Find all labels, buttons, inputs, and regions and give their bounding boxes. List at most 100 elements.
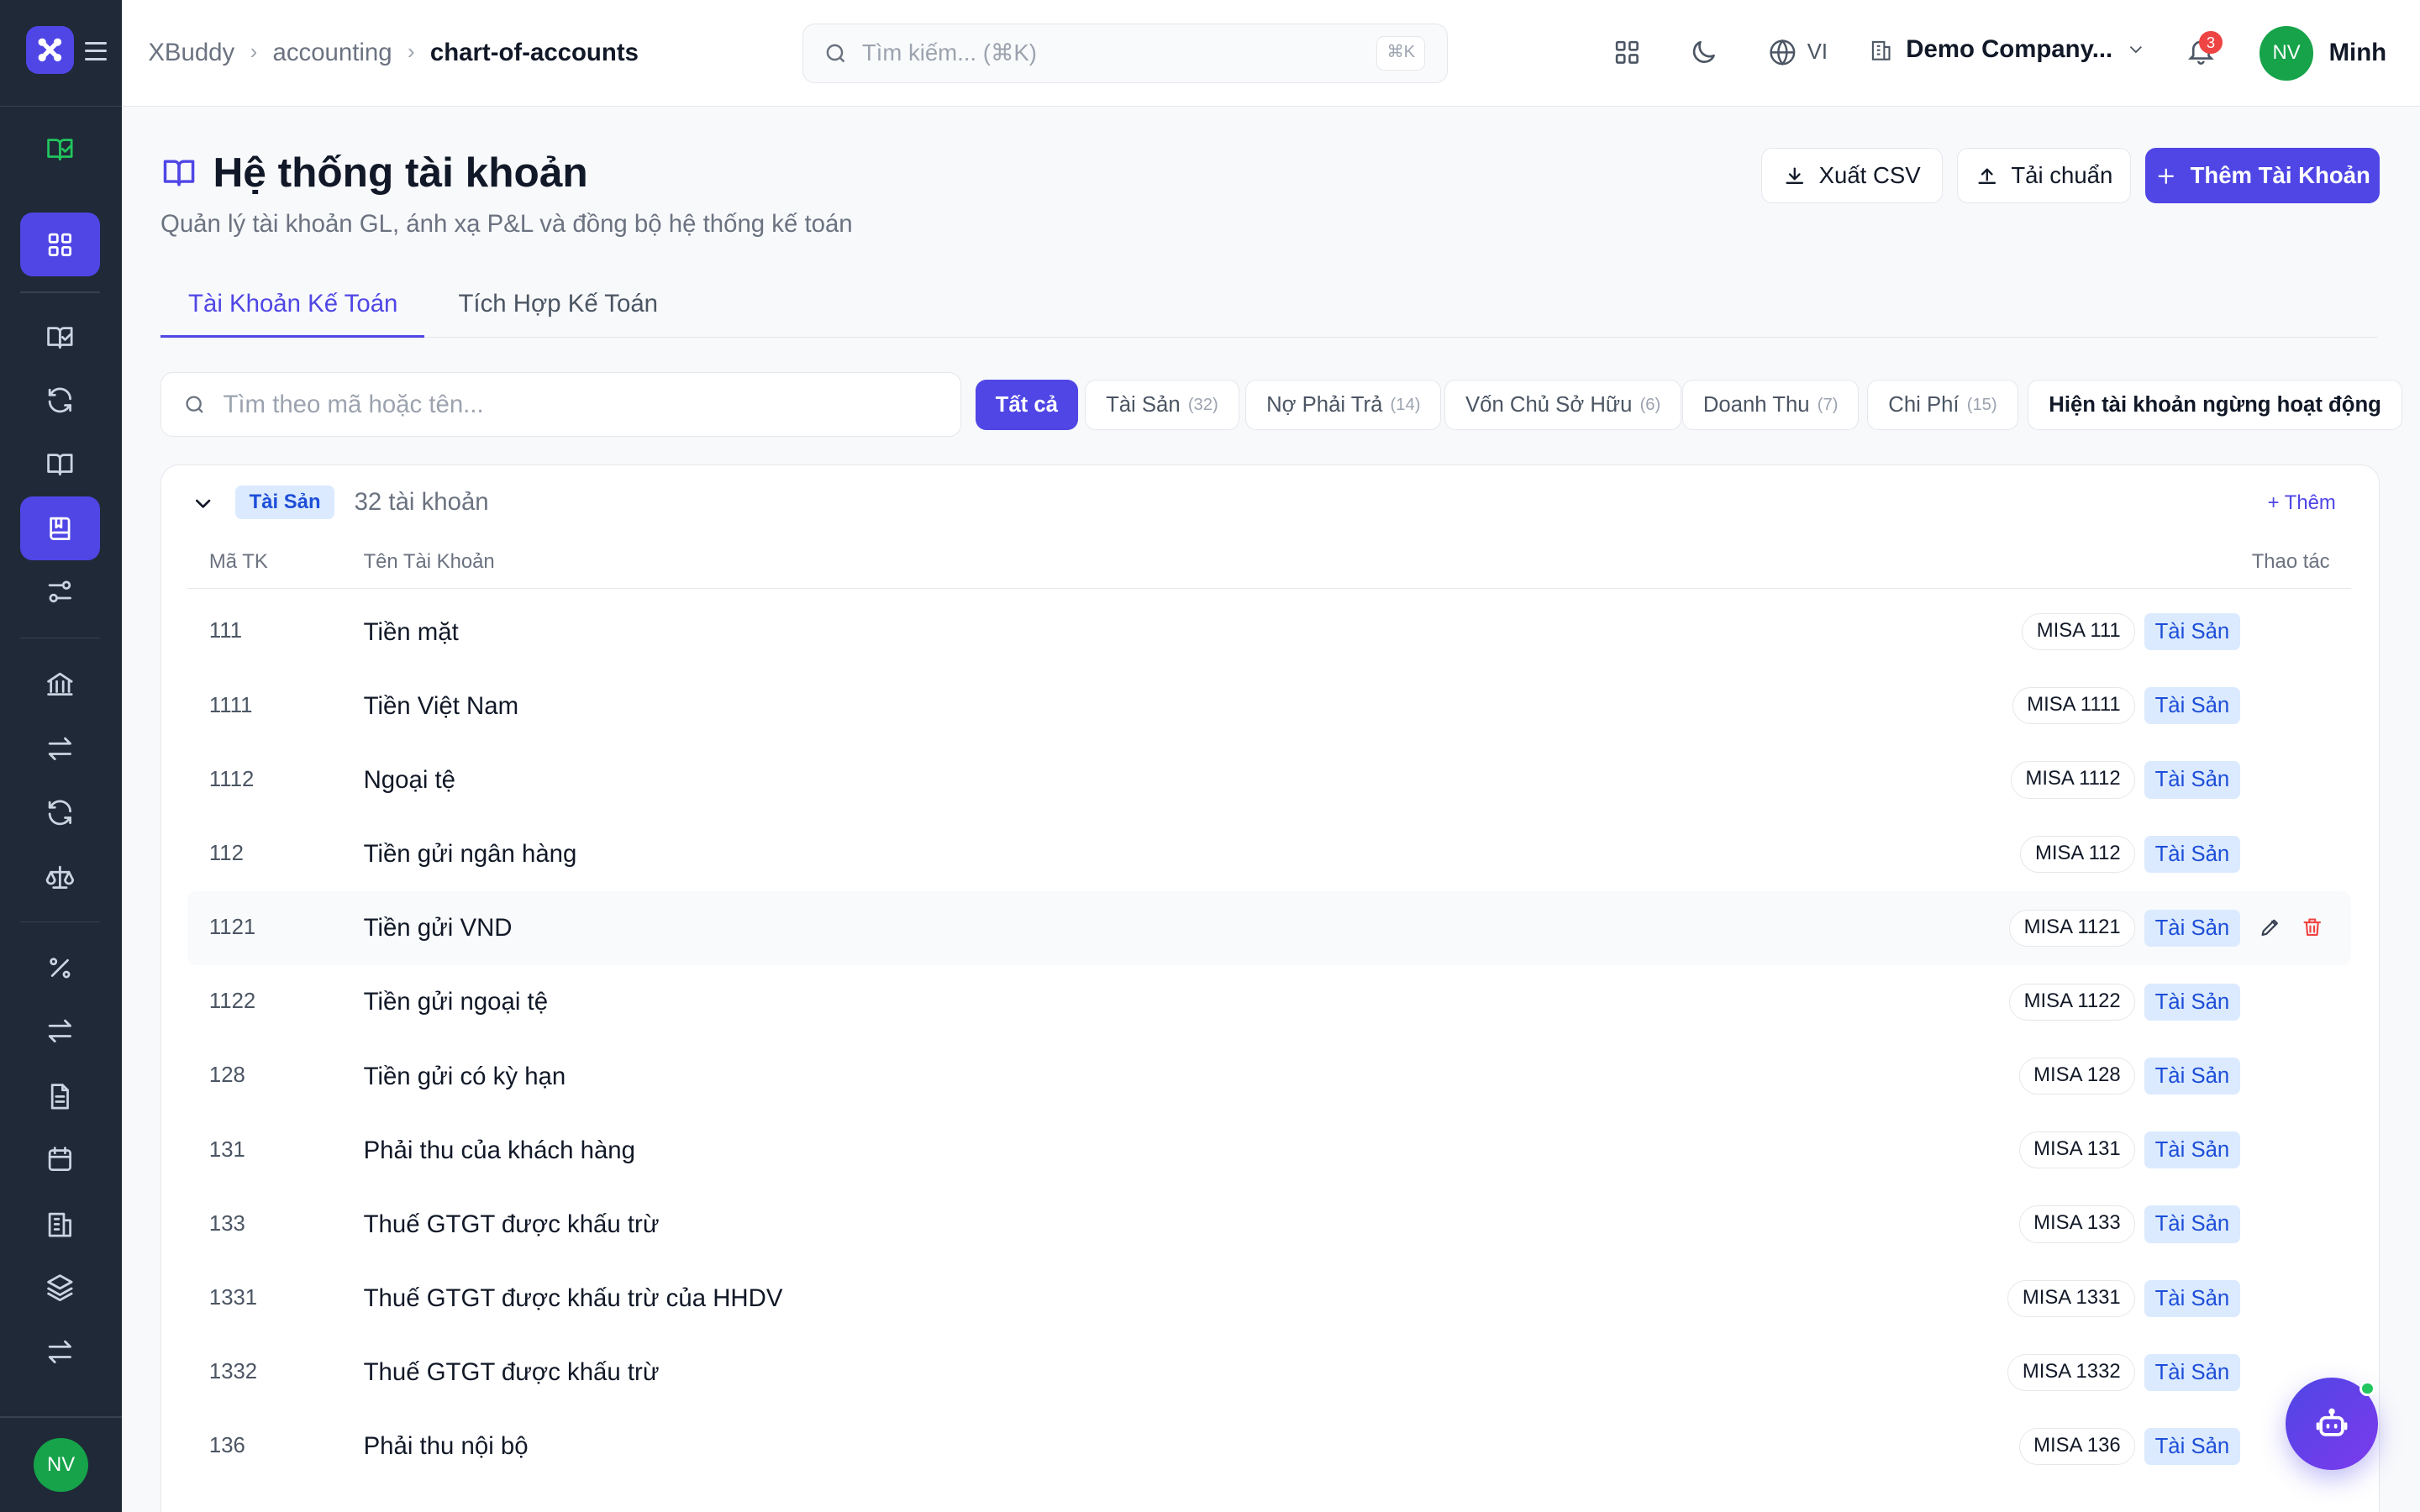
show-inactive-toggle[interactable]: Hiện tài khoản ngừng hoạt động: [2028, 379, 2402, 431]
apps-grid-button[interactable]: [1608, 34, 1645, 71]
breadcrumb-item[interactable]: XBuddy: [148, 39, 234, 67]
app-logo-icon[interactable]: [26, 26, 75, 75]
filter-chip-count: (7): [1817, 395, 1839, 414]
account-code: 131: [208, 1137, 245, 1162]
table-row[interactable]: 1111 Tiền Việt Nam MISA 1111 Tài Sản: [187, 669, 2351, 743]
scale-icon: [45, 865, 75, 889]
dashboard-icon: [49, 233, 72, 256]
group-header[interactable]: Tài Sản 32 tài khoản + Thêm: [161, 465, 2379, 543]
sidebar-item-overview[interactable]: [20, 118, 101, 181]
upload-standard-button[interactable]: Tải chuẩn: [1956, 148, 2132, 204]
sidebar-item-layers[interactable]: [20, 1256, 101, 1319]
account-code: 1112: [208, 767, 255, 791]
global-search-input[interactable]: Tìm kiếm... (⌘K) ⌘K: [802, 23, 1448, 84]
trash-icon[interactable]: [2301, 916, 2324, 939]
plus-icon: [2158, 168, 2175, 184]
sidebar-item-calendar[interactable]: [20, 1128, 101, 1191]
add-account-button[interactable]: Thêm Tài Khoản: [2145, 148, 2381, 204]
table-row[interactable]: 1112 Ngoại tệ MISA 1112 Tài Sản: [187, 743, 2351, 816]
misa-mapping-badge: MISA 112: [2020, 835, 2136, 873]
sidebar-divider: [0, 1416, 123, 1418]
filter-chip-revenue[interactable]: Doanh Thu (7): [1681, 379, 1860, 431]
sidebar-item-company[interactable]: [20, 1193, 101, 1256]
tab-accounts[interactable]: Tài Khoản Kế Toán: [188, 290, 397, 318]
book-check-icon: [47, 327, 73, 349]
sidebar-divider: [19, 921, 101, 923]
tab-integrations[interactable]: Tích Hợp Kế Toán: [458, 290, 658, 318]
sidebar-item-exchange[interactable]: [20, 1000, 101, 1063]
sidebar-item-transfers[interactable]: [20, 717, 101, 780]
account-type-badge: Tài Sản: [2144, 1279, 2241, 1317]
misa-mapping-badge: MISA 1111: [2012, 687, 2136, 725]
user-name: Minh: [2328, 39, 2387, 67]
chevron-down-icon[interactable]: [191, 491, 215, 516]
sidebar-item-sync[interactable]: [20, 780, 101, 843]
account-type-badge: Tài Sản: [2144, 687, 2241, 725]
sidebar-item-balance[interactable]: [20, 846, 101, 909]
refresh-icon: [49, 387, 72, 413]
chevron-down-icon: [2129, 46, 2142, 54]
filter-chip-count: (14): [1390, 395, 1421, 414]
sidebar-item-settings[interactable]: [20, 560, 101, 623]
sidebar-item-transfers-2[interactable]: [20, 1320, 101, 1383]
calendar-icon: [49, 1147, 72, 1171]
filter-chip-label: Tất cả: [995, 392, 1058, 417]
theme-toggle-button[interactable]: [1686, 34, 1723, 71]
ai-assistant-button[interactable]: [2286, 1378, 2379, 1471]
sidebar-item-ledger[interactable]: [20, 432, 101, 495]
sidebar-item-bank[interactable]: [20, 653, 101, 716]
grid-icon: [1615, 40, 1639, 64]
table-row[interactable]: 128 Tiền gửi có kỳ hạn MISA 128 Tài Sản: [187, 1039, 2351, 1113]
account-search-field[interactable]: [160, 371, 962, 437]
sidebar-item-documents[interactable]: [20, 1064, 101, 1127]
sidebar-item-chart-of-accounts[interactable]: [19, 496, 101, 560]
breadcrumb-item[interactable]: accounting: [272, 39, 392, 67]
building-icon: [49, 1212, 72, 1237]
account-code: 1331: [208, 1285, 258, 1310]
account-name: Thuế GTGT được khấu trừ: [363, 1358, 660, 1387]
page-title: Hệ thống tài khoản: [160, 148, 588, 197]
account-type-badge: Tài Sản: [2144, 835, 2241, 873]
filter-chip-assets[interactable]: Tài Sản (32): [1085, 379, 1239, 431]
table-row[interactable]: 1332 Thuế GTGT được khấu trừ MISA 1332 T…: [187, 1336, 2351, 1410]
sidebar-divider: [19, 291, 101, 293]
table-row[interactable]: 111 Tiền mặt MISA 111 Tài Sản: [187, 595, 2351, 669]
filter-chip-equity[interactable]: Vốn Chủ Sở Hữu (6): [1444, 379, 1682, 431]
sidebar-item-reconcile[interactable]: [20, 369, 101, 432]
account-name: Tiền Việt Nam: [363, 691, 519, 720]
account-code: 1111: [208, 693, 253, 717]
sidebar-avatar[interactable]: NV: [34, 1437, 88, 1493]
filter-chip-label: Chi Phí: [1888, 392, 1960, 417]
search-icon: [186, 395, 203, 413]
language-label: VI: [1807, 39, 1828, 64]
sidebar-item-journal[interactable]: [20, 306, 101, 369]
table-row[interactable]: 112 Tiền gửi ngân hàng MISA 112 Tài Sản: [187, 817, 2351, 891]
online-status-dot: [2360, 1380, 2375, 1397]
table-row-hovered[interactable]: 1121 Tiền gửi VND MISA 1121 Tài Sản: [187, 890, 2352, 965]
export-csv-label: Xuất CSV: [1818, 162, 1921, 189]
company-name: Demo Company...: [1906, 35, 2113, 64]
table-row[interactable]: 1331 Thuế GTGT được khấu trừ của HHDV MI…: [187, 1262, 2351, 1336]
misa-mapping-badge: MISA 136: [2018, 1427, 2136, 1465]
group-add-link[interactable]: + Thêm: [2268, 491, 2336, 515]
table-row[interactable]: 1122 Tiền gửi ngoại tệ MISA 1122 Tài Sản: [187, 965, 2351, 1039]
filter-chip-expenses[interactable]: Chi Phí (15): [1867, 379, 2018, 431]
account-search-input[interactable]: [223, 387, 934, 423]
edit-icon[interactable]: [2259, 916, 2282, 939]
sidebar-item-dashboard[interactable]: [19, 213, 101, 276]
filter-chip-liabilities[interactable]: Nợ Phải Trả (14): [1245, 379, 1442, 431]
filter-chip-all[interactable]: Tất cả: [975, 379, 1078, 431]
table-row[interactable]: 131 Phải thu của khách hàng MISA 131 Tài…: [187, 1113, 2351, 1187]
account-type-badge: Tài Sản: [2144, 1058, 2241, 1095]
table-row[interactable]: 133 Thuế GTGT được khấu trừ MISA 133 Tài…: [187, 1187, 2351, 1261]
language-switcher[interactable]: VI: [1767, 37, 1828, 68]
export-csv-button[interactable]: Xuất CSV: [1760, 148, 1944, 204]
user-menu[interactable]: NV Minh: [2259, 26, 2387, 81]
group-type-badge: Tài Sản: [235, 485, 335, 520]
table-row[interactable]: 136 Phải thu nội bộ MISA 136 Tài Sản: [187, 1410, 2351, 1483]
company-selector[interactable]: Demo Company...: [1869, 35, 2146, 64]
notifications-button[interactable]: 3: [2186, 30, 2223, 73]
sidebar-item-tax[interactable]: [20, 937, 101, 1000]
transfer-icon: [49, 1341, 72, 1364]
menu-toggle-icon[interactable]: [85, 41, 107, 60]
